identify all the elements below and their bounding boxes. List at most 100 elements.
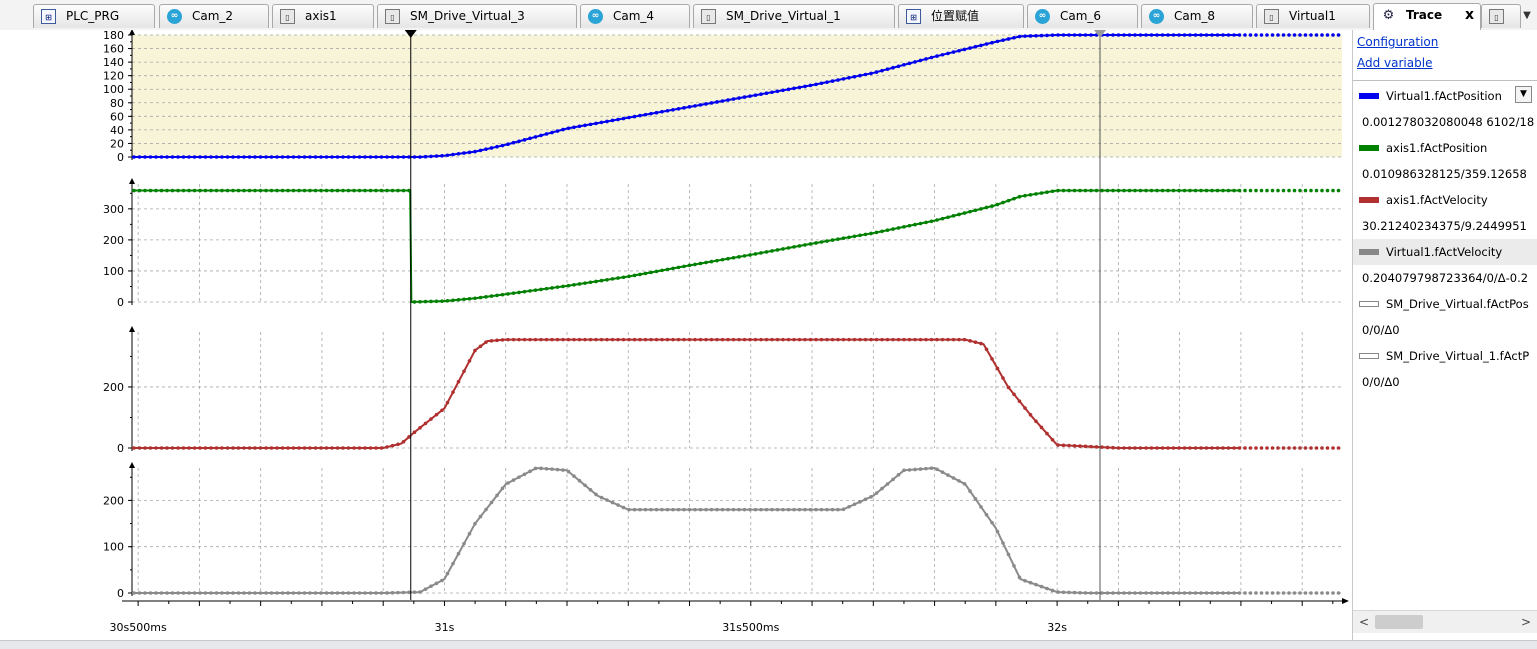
data-point — [726, 98, 730, 102]
data-point — [1028, 34, 1033, 38]
tab-cam-4[interactable]: ∞ Cam_4 — [580, 4, 690, 28]
variable-entry[interactable]: Virtual1.fActVelocity — [1353, 239, 1537, 265]
data-point — [913, 60, 917, 64]
data-point — [555, 337, 560, 342]
data-point — [984, 347, 989, 352]
variable-dropdown-icon[interactable]: ▼ — [1515, 86, 1532, 103]
scrollbar-thumb[interactable] — [1375, 615, 1423, 629]
variable-entry[interactable]: SM_Drive_Virtual_1.fActP — [1353, 343, 1537, 369]
data-point — [1149, 188, 1154, 193]
add-variable-link[interactable]: Add variable — [1357, 56, 1432, 70]
data-point — [990, 357, 994, 361]
tab-位置赋值[interactable]: ⊞ 位置赋值 — [898, 4, 1024, 28]
tab-trace[interactable]: ⚙ Trace x — [1373, 3, 1481, 30]
data-point — [418, 155, 422, 159]
data-point — [803, 243, 807, 247]
data-point — [297, 591, 301, 595]
data-point — [264, 155, 268, 159]
trace-plot-area[interactable]: 0 20 40 60 80 100 120 140 160 180 0 100 200 300 0 200 0 1… — [0, 30, 1352, 640]
data-point — [1325, 591, 1330, 595]
data-point — [385, 188, 389, 193]
data-point — [495, 338, 499, 343]
data-point — [913, 467, 917, 472]
variable-entry[interactable]: SM_Drive_Virtual.fActPos — [1353, 291, 1537, 317]
data-point — [1050, 588, 1055, 593]
data-point — [891, 227, 895, 231]
data-point — [445, 400, 450, 405]
data-point — [841, 236, 846, 241]
data-point — [687, 105, 692, 109]
data-point — [858, 337, 862, 342]
tab-label: axis1 — [305, 9, 337, 23]
data-point — [599, 120, 604, 125]
data-point — [764, 91, 769, 96]
data-point — [907, 61, 912, 66]
variable-entry[interactable]: axis1.fActVelocity — [1353, 187, 1537, 213]
tab-sm-drive-virtual-1[interactable]: ▯ SM_Drive_Virtual_1 — [693, 4, 895, 28]
trace-icon: ⚙ — [1382, 8, 1395, 23]
scroll-right-icon[interactable]: > — [1517, 611, 1535, 633]
tab-axis1[interactable]: ▯ axis1 — [272, 4, 374, 28]
data-point — [561, 284, 565, 289]
tab-list-dropdown-icon[interactable]: ▼ — [1518, 6, 1536, 26]
data-point — [1138, 446, 1143, 450]
close-tab-icon[interactable]: x — [1465, 4, 1474, 27]
configuration-link[interactable]: Configuration — [1357, 35, 1438, 49]
data-point — [1237, 591, 1242, 595]
data-point — [715, 337, 719, 342]
data-point — [214, 155, 219, 159]
data-point — [1259, 591, 1264, 595]
tab-overflow[interactable]: ▯ — [1481, 4, 1521, 28]
variable-value: 0.010986328125/359.12658 — [1362, 167, 1527, 181]
data-point — [1094, 591, 1099, 595]
data-point — [1226, 446, 1231, 450]
data-point — [451, 390, 455, 394]
data-point — [1309, 591, 1313, 595]
tab-sm-drive-virtual-3[interactable]: ▯ SM_Drive_Virtual_3 — [377, 4, 577, 28]
tab-plc-prg[interactable]: ⊞ PLC_PRG — [33, 4, 155, 28]
data-point — [544, 286, 549, 291]
tab-label: Cam_8 — [1174, 9, 1216, 23]
tab-cam-8[interactable]: ∞ Cam_8 — [1141, 4, 1253, 28]
data-point — [1133, 33, 1137, 37]
data-point — [990, 204, 994, 208]
data-point — [990, 40, 994, 45]
data-point — [1232, 591, 1236, 595]
tab-cam-6[interactable]: ∞ Cam_6 — [1027, 4, 1138, 28]
tab-cam-2[interactable]: ∞ Cam_2 — [159, 4, 269, 28]
data-point — [775, 248, 780, 252]
data-point — [258, 188, 263, 193]
data-point — [429, 584, 433, 589]
data-point — [1226, 33, 1231, 37]
data-point — [737, 507, 741, 512]
data-point — [533, 288, 538, 292]
data-point — [638, 507, 642, 512]
data-point — [786, 87, 791, 92]
horizontal-scrollbar[interactable]: < > — [1353, 610, 1537, 633]
scroll-left-icon[interactable]: < — [1355, 611, 1373, 633]
data-point — [1232, 188, 1236, 193]
data-point — [1314, 446, 1319, 450]
data-point — [1331, 33, 1335, 37]
data-point — [968, 46, 972, 50]
tab-virtual1[interactable]: ▯ Virtual1 — [1256, 4, 1370, 28]
data-point — [291, 591, 296, 595]
data-point — [962, 47, 967, 52]
data-point — [473, 149, 477, 154]
data-point — [891, 477, 895, 482]
data-point — [297, 188, 301, 193]
data-point — [605, 119, 609, 124]
data-point — [500, 292, 505, 297]
data-point — [731, 97, 736, 101]
data-point — [726, 256, 730, 261]
data-point — [401, 155, 406, 159]
data-point — [495, 493, 499, 498]
data-point — [957, 212, 961, 217]
data-point — [764, 507, 769, 512]
variable-entry[interactable]: axis1.fActPosition — [1353, 135, 1537, 161]
variable-entry[interactable]: Virtual1.fActPosition ▼ — [1353, 83, 1537, 109]
data-point — [709, 259, 714, 264]
data-point — [165, 591, 169, 595]
data-point — [709, 337, 714, 342]
data-point — [1298, 446, 1302, 450]
